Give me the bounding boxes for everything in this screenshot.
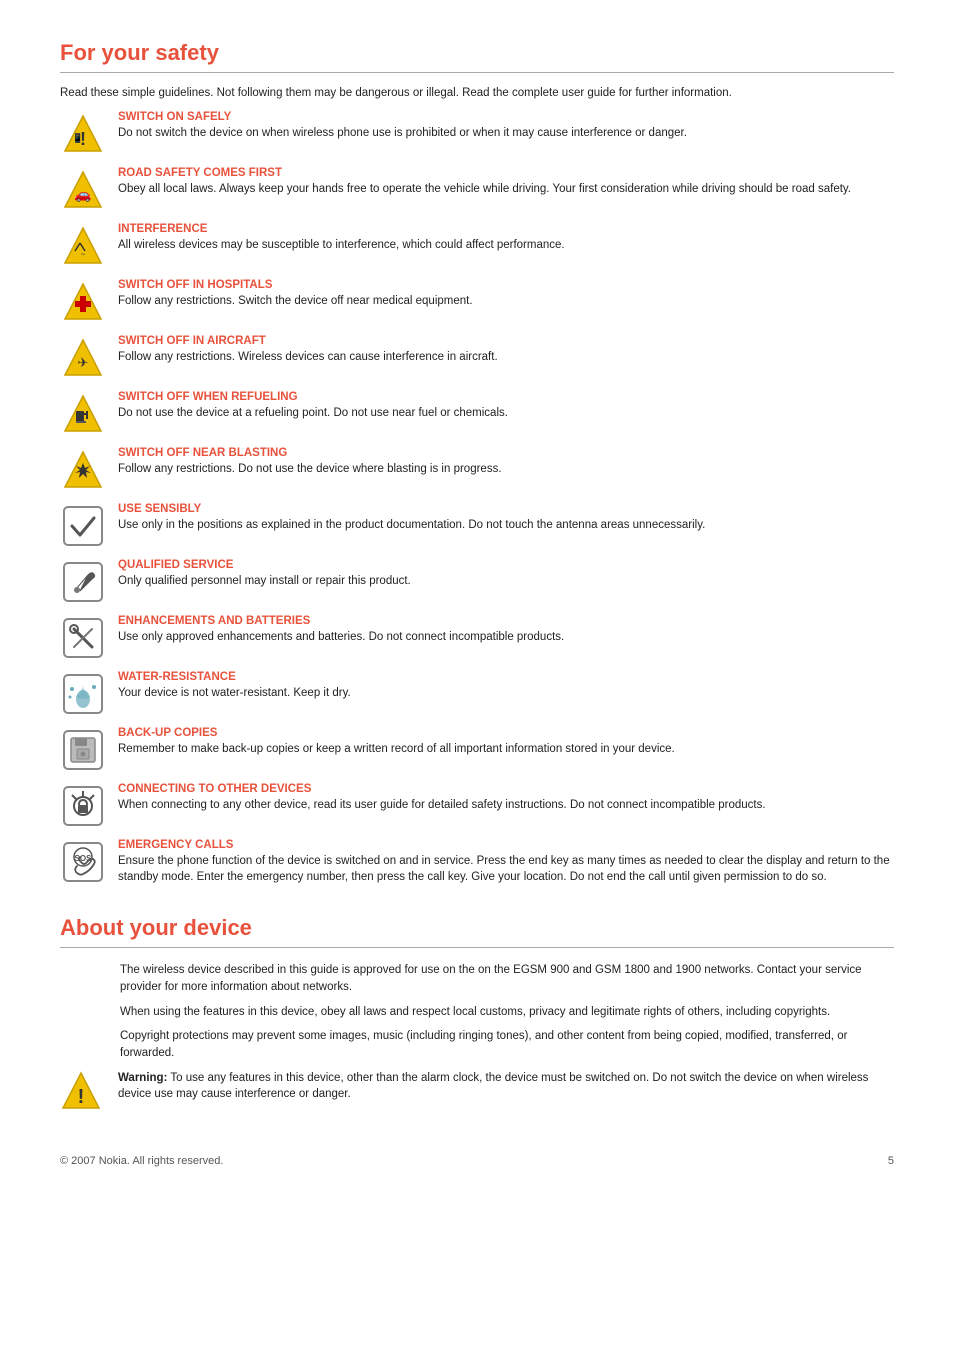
- water-icon: [60, 671, 106, 717]
- safety-item-blasting: SWITCH OFF NEAR BLASTING Follow any rest…: [60, 447, 894, 493]
- safety-body-connecting: When connecting to any other device, rea…: [118, 797, 894, 813]
- page-footer: © 2007 Nokia. All rights reserved. 5: [60, 1155, 894, 1167]
- safety-content-hospitals: SWITCH OFF IN HOSPITALS Follow any restr…: [118, 279, 894, 309]
- safety-body-hospitals: Follow any restrictions. Switch the devi…: [118, 293, 894, 309]
- safety-body-road-safety: Obey all local laws. Always keep your ha…: [118, 181, 894, 197]
- safety-body-emergency: Ensure the phone function of the device …: [118, 853, 894, 885]
- interference-warning-icon: ~: [60, 223, 106, 269]
- safety-content-aircraft: SWITCH OFF IN AIRCRAFT Follow any restri…: [118, 335, 894, 365]
- for-safety-title: For your safety: [60, 40, 894, 66]
- aircraft-warning-icon: ✈: [60, 335, 106, 381]
- svg-text:✈: ✈: [78, 355, 89, 370]
- blasting-warning-icon: [60, 447, 106, 493]
- safety-heading-refueling: SWITCH OFF WHEN REFUELING: [118, 391, 894, 403]
- sos-icon: SOS: [60, 839, 106, 885]
- about-para-2: When using the features in this device, …: [120, 1004, 894, 1021]
- wrench2-icon: [60, 615, 106, 661]
- safety-body-refueling: Do not use the device at a refueling poi…: [118, 405, 894, 421]
- safety-item-water: WATER-RESISTANCE Your device is not wate…: [60, 671, 894, 717]
- about-device-section: About your device The wireless device de…: [60, 915, 894, 1114]
- safety-content-use-sensibly: USE SENSIBLY Use only in the positions a…: [118, 503, 894, 533]
- svg-text:~: ~: [81, 250, 86, 259]
- safety-content-water: WATER-RESISTANCE Your device is not wate…: [118, 671, 894, 701]
- for-safety-section: For your safety Read these simple guidel…: [60, 40, 894, 885]
- safety-content-blasting: SWITCH OFF NEAR BLASTING Follow any rest…: [118, 447, 894, 477]
- safety-content-backup: BACK-UP COPIES Remember to make back-up …: [118, 727, 894, 757]
- for-safety-divider: [60, 72, 894, 73]
- about-device-body: The wireless device described in this gu…: [60, 962, 894, 1114]
- safety-body-qualified-service: Only qualified personnel may install or …: [118, 573, 894, 589]
- safety-content-emergency: EMERGENCY CALLS Ensure the phone functio…: [118, 839, 894, 885]
- safety-item-aircraft: ✈ SWITCH OFF IN AIRCRAFT Follow any rest…: [60, 335, 894, 381]
- safety-body-aircraft: Follow any restrictions. Wireless device…: [118, 349, 894, 365]
- safety-content-qualified-service: QUALIFIED SERVICE Only qualified personn…: [118, 559, 894, 589]
- wrench-icon: [60, 559, 106, 605]
- safety-body-switch-on-safely: Do not switch the device on when wireles…: [118, 125, 894, 141]
- hospital-warning-icon: [60, 279, 106, 325]
- safety-body-blasting: Follow any restrictions. Do not use the …: [118, 461, 894, 477]
- safety-item-qualified-service: QUALIFIED SERVICE Only qualified personn…: [60, 559, 894, 605]
- about-warning-label: Warning:: [118, 1072, 167, 1084]
- for-safety-intro: Read these simple guidelines. Not follow…: [60, 87, 894, 99]
- safety-heading-qualified-service: QUALIFIED SERVICE: [118, 559, 894, 571]
- footer-page-number: 5: [888, 1155, 894, 1167]
- safety-body-use-sensibly: Use only in the positions as explained i…: [118, 517, 894, 533]
- safety-heading-connecting: CONNECTING TO OTHER DEVICES: [118, 783, 894, 795]
- safety-heading-hospitals: SWITCH OFF IN HOSPITALS: [118, 279, 894, 291]
- about-device-divider: [60, 947, 894, 948]
- safety-heading-backup: BACK-UP COPIES: [118, 727, 894, 739]
- safety-heading-switch-on-safely: SWITCH ON SAFELY: [118, 111, 894, 123]
- safety-item-hospitals: SWITCH OFF IN HOSPITALS Follow any restr…: [60, 279, 894, 325]
- safety-item-backup: BACK-UP COPIES Remember to make back-up …: [60, 727, 894, 773]
- connect-icon: [60, 783, 106, 829]
- about-warning-triangle-icon: !: [60, 1070, 106, 1115]
- safety-item-refueling: SWITCH OFF WHEN REFUELING Do not use the…: [60, 391, 894, 437]
- safety-heading-use-sensibly: USE SENSIBLY: [118, 503, 894, 515]
- safety-body-enhancements: Use only approved enhancements and batte…: [118, 629, 894, 645]
- safety-heading-road-safety: ROAD SAFETY COMES FIRST: [118, 167, 894, 179]
- safety-content-enhancements: ENHANCEMENTS AND BATTERIES Use only appr…: [118, 615, 894, 645]
- checkmark-icon: [60, 503, 106, 549]
- safety-content-switch-on-safely: SWITCH ON SAFELY Do not switch the devic…: [118, 111, 894, 141]
- backup-icon: [60, 727, 106, 773]
- safety-item-interference: ~ INTERFERENCE All wireless devices may …: [60, 223, 894, 269]
- svg-text:!: !: [78, 1086, 85, 1108]
- safety-body-water: Your device is not water-resistant. Keep…: [118, 685, 894, 701]
- svg-text:📱: 📱: [72, 132, 83, 143]
- about-warning-row: ! Warning: To use any features in this d…: [60, 1070, 894, 1115]
- about-warning-body: To use any features in this device, othe…: [118, 1072, 868, 1101]
- about-device-title: About your device: [60, 915, 894, 941]
- safety-item-use-sensibly: USE SENSIBLY Use only in the positions a…: [60, 503, 894, 549]
- safety-item-emergency: SOS EMERGENCY CALLS Ensure the phone fun…: [60, 839, 894, 885]
- footer-copyright: © 2007 Nokia. All rights reserved.: [60, 1155, 223, 1167]
- about-warning-text: Warning: To use any features in this dev…: [118, 1070, 894, 1103]
- safety-heading-interference: INTERFERENCE: [118, 223, 894, 235]
- safety-heading-blasting: SWITCH OFF NEAR BLASTING: [118, 447, 894, 459]
- safety-content-connecting: CONNECTING TO OTHER DEVICES When connect…: [118, 783, 894, 813]
- safety-item-switch-on-safely: ! 📱 SWITCH ON SAFELY Do not switch the d…: [60, 111, 894, 157]
- svg-text:🚗: 🚗: [74, 186, 91, 203]
- refuel-warning-icon: [60, 391, 106, 437]
- about-para-3: Copyright protections may prevent some i…: [120, 1028, 894, 1061]
- safety-item-enhancements: ENHANCEMENTS AND BATTERIES Use only appr…: [60, 615, 894, 661]
- safety-content-refueling: SWITCH OFF WHEN REFUELING Do not use the…: [118, 391, 894, 421]
- safety-item-connecting: CONNECTING TO OTHER DEVICES When connect…: [60, 783, 894, 829]
- safety-body-interference: All wireless devices may be susceptible …: [118, 237, 894, 253]
- safety-body-backup: Remember to make back-up copies or keep …: [118, 741, 894, 757]
- safety-heading-water: WATER-RESISTANCE: [118, 671, 894, 683]
- safety-content-interference: INTERFERENCE All wireless devices may be…: [118, 223, 894, 253]
- safety-heading-enhancements: ENHANCEMENTS AND BATTERIES: [118, 615, 894, 627]
- safety-heading-aircraft: SWITCH OFF IN AIRCRAFT: [118, 335, 894, 347]
- safety-items-list: ! 📱 SWITCH ON SAFELY Do not switch the d…: [60, 111, 894, 885]
- safety-item-road-safety: 🚗 ROAD SAFETY COMES FIRST Obey all local…: [60, 167, 894, 213]
- phone-warning-icon: ! 📱: [60, 111, 106, 157]
- safety-heading-emergency: EMERGENCY CALLS: [118, 839, 894, 851]
- safety-content-road-safety: ROAD SAFETY COMES FIRST Obey all local l…: [118, 167, 894, 197]
- car-warning-icon: 🚗: [60, 167, 106, 213]
- about-para-1: The wireless device described in this gu…: [120, 962, 894, 995]
